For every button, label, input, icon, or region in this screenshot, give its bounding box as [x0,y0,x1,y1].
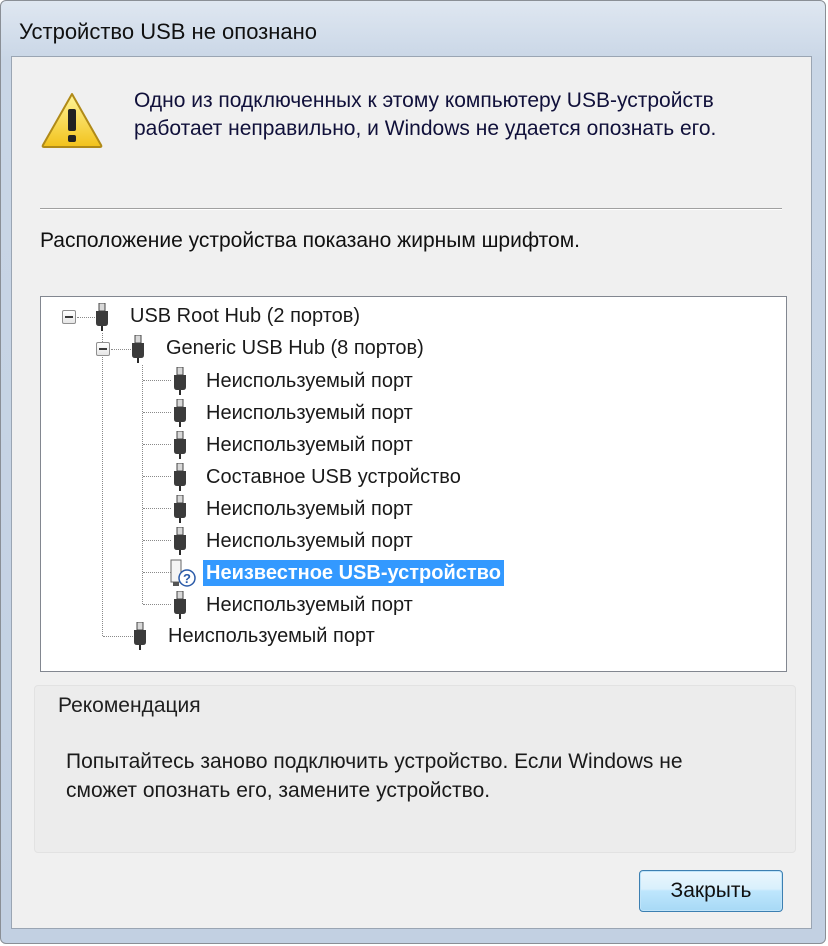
error-message-line-1: Одно из подключенных к этому компьютеру … [134,89,714,112]
tree-connector [103,636,133,637]
dialog-client-area: Одно из подключенных к этому компьютеру … [11,56,812,929]
tree-connector [143,572,171,573]
tree-node-port[interactable]: Составное USB устройство [206,464,461,490]
tree-node-port[interactable]: Неиспользуемый порт [206,400,413,426]
usb-plug-icon [174,463,186,491]
usb-plug-icon [96,303,108,331]
tree-connector [142,365,143,604]
tree-connector [143,412,171,413]
tree-node-port[interactable]: Неиспользуемый порт [206,528,413,554]
tree-connector [77,317,95,318]
close-button[interactable]: Закрыть [639,870,783,912]
tree-node-root-hub[interactable]: USB Root Hub (2 портов) [130,303,360,329]
tree-connector [143,444,171,445]
tree-connector [143,476,171,477]
usb-plug-icon [174,399,186,427]
recommendation-line-1: Попытайтесь заново подключить устройство… [66,750,683,773]
tree-node-unknown-device[interactable]: Неизвестное USB-устройство [203,560,504,586]
device-tree[interactable]: USB Root Hub (2 портов) Generic USB Hub … [40,296,787,672]
tree-connector [143,508,171,509]
usb-plug-icon [174,527,186,555]
tree-node-port[interactable]: Неиспользуемый порт [206,496,413,522]
recommendation-text: Попытайтесь заново подключить устройство… [66,747,766,805]
window-title: Устройство USB не опознано [19,19,318,44]
tree-node-port[interactable]: Неиспользуемый порт [206,592,413,618]
usb-plug-icon [174,591,186,619]
root-collapse-toggle[interactable] [62,310,76,324]
usb-plug-icon [134,622,146,650]
tree-node-root-port[interactable]: Неиспользуемый порт [168,623,375,649]
tree-node-port[interactable]: Неиспользуемый порт [206,368,413,394]
usb-plug-icon [174,495,186,523]
unknown-device-icon: ? [170,559,196,587]
tree-connector [143,380,171,381]
recommendation-line-2: сможет опознать его, замените устройство… [66,779,491,802]
hub-collapse-toggle[interactable] [96,342,110,356]
warning-icon [41,93,103,148]
usb-plug-icon [132,335,144,363]
tree-connector [111,349,131,350]
usb-plug-icon [174,367,186,395]
tree-node-generic-hub[interactable]: Generic USB Hub (8 портов) [166,335,424,361]
tree-node-port[interactable]: Неиспользуемый порт [206,432,413,458]
tree-connector [143,540,171,541]
tree-connector [102,333,103,636]
separator [40,208,782,210]
recommendation-title: Рекомендация [58,694,201,717]
svg-text:?: ? [183,571,191,586]
tree-connector [143,604,171,605]
usb-plug-icon [174,431,186,459]
error-message: Одно из подключенных к этому компьютеру … [134,87,794,143]
error-message-line-2: работает неправильно, и Windows не удает… [134,117,717,140]
location-label: Расположение устройства показано жирным … [40,229,580,252]
